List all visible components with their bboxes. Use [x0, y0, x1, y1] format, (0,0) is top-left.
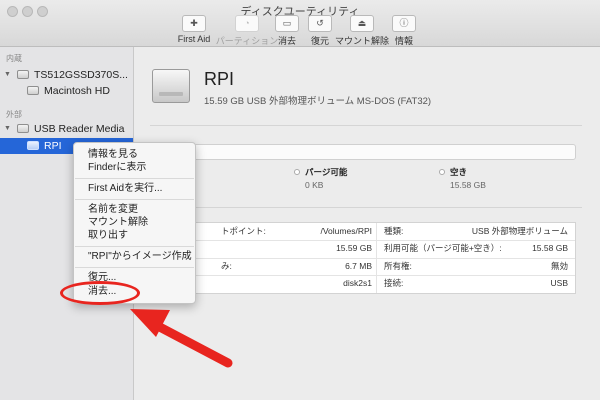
annotation-arrow-icon [130, 309, 233, 368]
